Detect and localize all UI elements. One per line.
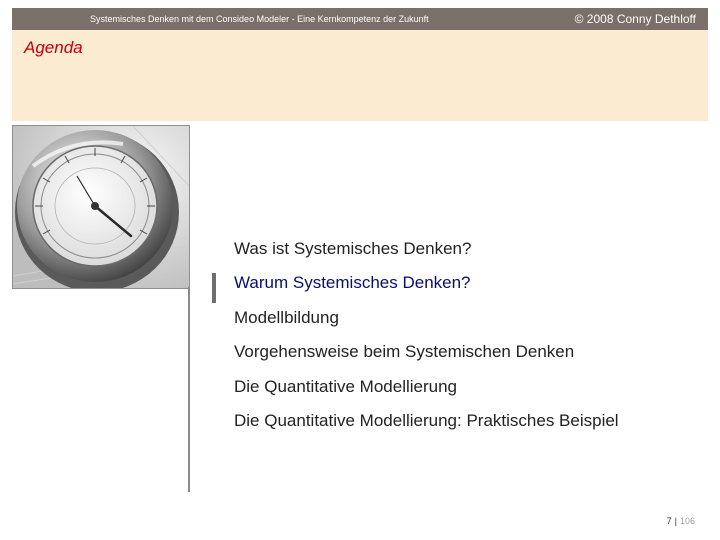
copyright-notice: © 2008 Conny Dethloff bbox=[574, 12, 696, 26]
page-number: 7 | 106 bbox=[667, 516, 695, 526]
header-bar: Systemisches Denken mit dem Consideo Mod… bbox=[12, 8, 708, 30]
total-pages: 106 bbox=[679, 516, 695, 526]
agenda-list: Was ist Systemisches Denken? Warum Syste… bbox=[234, 238, 619, 444]
agenda-item[interactable]: Was ist Systemisches Denken? bbox=[234, 238, 619, 272]
agenda-item[interactable]: Die Quantitative Modellierung: Praktisch… bbox=[234, 410, 619, 444]
active-item-marker bbox=[212, 273, 216, 303]
vertical-divider bbox=[188, 287, 190, 492]
slide-title: Agenda bbox=[24, 38, 83, 57]
current-page: 7 bbox=[666, 516, 672, 526]
agenda-item[interactable]: Die Quantitative Modellierung bbox=[234, 376, 619, 410]
agenda-item[interactable]: Modellbildung bbox=[234, 307, 619, 341]
document-title: Systemisches Denken mit dem Consideo Mod… bbox=[90, 14, 429, 24]
barometer-photo bbox=[12, 125, 190, 289]
barometer-image bbox=[13, 126, 189, 288]
title-band: Agenda bbox=[12, 30, 708, 121]
agenda-item[interactable]: Vorgehensweise beim Systemischen Denken bbox=[234, 341, 619, 375]
page-separator: | bbox=[674, 516, 677, 526]
agenda-item-active[interactable]: Warum Systemisches Denken? bbox=[234, 272, 619, 306]
